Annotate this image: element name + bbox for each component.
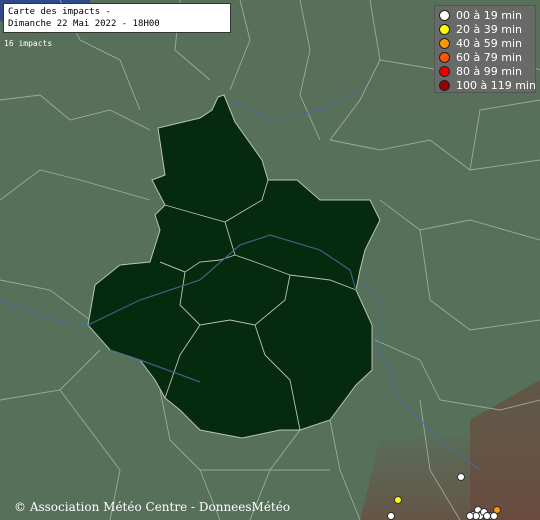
red-orange-dot-icon xyxy=(439,51,450,63)
lightning-impact-map: Carte des impacts - Dimanche 22 Mai 2022… xyxy=(0,0,540,520)
impact-count: 16 impacts xyxy=(4,39,53,48)
copyright: © Association Météo Centre - DonneesMété… xyxy=(14,500,291,514)
lightning-strike-marker xyxy=(457,473,465,481)
lightning-strike-marker xyxy=(387,512,395,520)
lightning-strike-marker xyxy=(466,512,474,520)
legend-label: 00 à 19 min xyxy=(456,8,522,22)
yellow-dot-icon xyxy=(439,23,450,35)
legend-label: 40 à 59 min xyxy=(456,36,522,50)
dark-red-dot-icon xyxy=(439,79,450,91)
legend-item: 100 à 119 min xyxy=(439,78,536,92)
lightning-strike-marker xyxy=(394,496,402,504)
legend: 00 à 19 min 20 à 39 min 40 à 59 min 60 à… xyxy=(434,5,536,93)
legend-item: 20 à 39 min xyxy=(439,22,531,36)
legend-label: 100 à 119 min xyxy=(456,78,536,92)
map-title: Carte des impacts - xyxy=(8,7,111,17)
white-dot-icon xyxy=(439,9,450,21)
legend-item: 00 à 19 min xyxy=(439,8,531,22)
map-title-box: Carte des impacts - Dimanche 22 Mai 2022… xyxy=(3,3,231,33)
legend-item: 60 à 79 min xyxy=(439,50,531,64)
legend-item: 80 à 99 min xyxy=(439,64,531,78)
map-date: Dimanche 22 Mai 2022 - 18H00 xyxy=(8,19,160,29)
orange-dot-icon xyxy=(439,37,450,49)
legend-label: 80 à 99 min xyxy=(456,64,522,78)
lightning-strike-marker xyxy=(490,512,498,520)
red-dot-icon xyxy=(439,65,450,77)
legend-label: 60 à 79 min xyxy=(456,50,522,64)
legend-label: 20 à 39 min xyxy=(456,22,522,36)
lightning-strike-marker xyxy=(483,512,491,520)
legend-item: 40 à 59 min xyxy=(439,36,531,50)
